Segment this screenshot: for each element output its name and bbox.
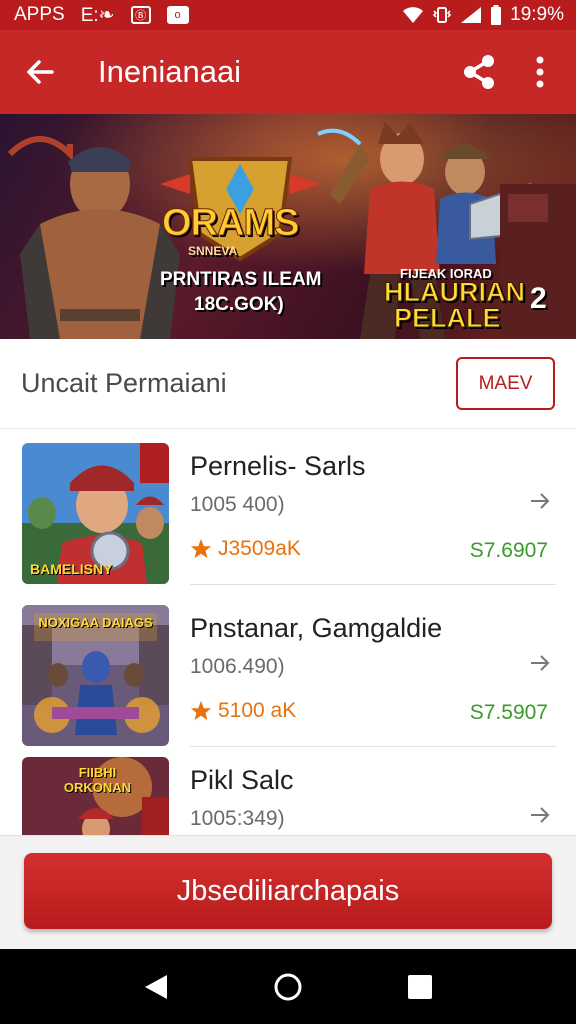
star-icon <box>190 538 212 559</box>
banner-logo: ORAMS <box>161 202 299 245</box>
section-title: Uncait Permaiani <box>21 368 227 398</box>
status-calendar-icon: Ⓑ <box>130 6 151 24</box>
game-subtitle: 1005:349) <box>190 807 285 830</box>
system-nav-bar <box>0 949 576 1024</box>
maev-button[interactable]: MAEV <box>456 357 555 410</box>
share-button[interactable] <box>450 30 510 114</box>
share-icon <box>464 55 494 89</box>
app-title: Inenianaai <box>98 54 242 89</box>
status-bar: APPS E:❧ Ⓑ o 19:9% <box>0 0 576 30</box>
banner-right-big: HLAURIAN PELALE <box>384 277 526 333</box>
back-arrow-icon <box>27 60 54 84</box>
nav-home-icon <box>274 973 302 1000</box>
game-thumbnail: BAMELISNY <box>22 443 169 584</box>
star-icon <box>190 700 212 721</box>
banner-line-1: PRNTIRAS ILEAM <box>160 269 322 290</box>
banner-logo-sub: SNNEVA <box>188 244 238 258</box>
nav-recents-button[interactable] <box>400 967 440 1007</box>
game-thumbnail: FIIBHI ORKONAN <box>22 757 169 835</box>
item-divider <box>190 584 556 585</box>
cta-button[interactable]: Jbsediliarchapais <box>24 853 552 929</box>
more-options-button[interactable] <box>510 30 570 114</box>
game-title: Pernelis- Sarls <box>190 451 366 481</box>
app-bar: Inenianaai <box>0 30 576 114</box>
thumbnail-caption: FIIBHI ORKONAN <box>63 765 132 795</box>
game-rating: J3509aK <box>190 537 301 561</box>
game-item-1[interactable]: BAMELISNY Pernelis- Sarls 1005 400) J350… <box>0 429 576 585</box>
arrow-right-icon <box>531 655 550 671</box>
status-o-icon: o <box>166 6 189 24</box>
game-thumbnail: NOXIGAA DAIAGS <box>22 605 169 746</box>
nav-home-button[interactable] <box>268 967 308 1007</box>
arrow-right-icon <box>531 807 550 823</box>
game-item-3[interactable]: FIIBHI ORKONAN Pikl Salc 1005:349) <box>0 743 576 835</box>
game-title: Pnstanar, Gamgaldie <box>190 613 443 643</box>
nav-back-icon <box>145 974 167 999</box>
arrow-right-icon <box>531 493 550 509</box>
banner-number: 2 <box>530 282 547 315</box>
section-header: Uncait Permaiani MAEV <box>0 339 576 429</box>
game-subtitle: 1006.490) <box>190 655 285 678</box>
more-vert-icon <box>536 56 544 88</box>
thumbnail-caption: BAMELISNY <box>30 561 113 577</box>
banner-line-2: 18C.GOK) <box>194 294 284 315</box>
back-button[interactable] <box>0 30 80 114</box>
wifi-icon <box>403 7 424 23</box>
rating-value: J3509aK <box>218 537 301 560</box>
game-subtitle: 1005 400) <box>190 493 285 516</box>
rating-value: 5100 aK <box>218 699 297 722</box>
game-price: S7.6907 <box>469 539 548 562</box>
thumbnail-caption: NOXIGAA DAIAGS <box>38 615 153 630</box>
nav-back-button[interactable] <box>136 967 176 1007</box>
banner-right-big-1: HLAURIAN <box>384 277 526 307</box>
bottom-panel: Jbsediliarchapais <box>0 835 576 949</box>
status-apps-label: APPS <box>14 4 65 25</box>
hero-banner[interactable]: ORAMS SNNEVA PRNTIRAS ILEAM 18C.GOK) FIJ… <box>0 114 576 339</box>
game-title: Pikl Salc <box>190 765 294 795</box>
game-price: S7.5907 <box>469 701 548 724</box>
signal-icon <box>461 7 482 23</box>
nav-recents-icon <box>408 974 432 999</box>
game-list: BAMELISNY Pernelis- Sarls 1005 400) J350… <box>0 429 576 835</box>
status-time: 19:9% <box>510 4 564 25</box>
vibrate-icon <box>432 7 452 23</box>
game-rating: 5100 aK <box>190 699 296 723</box>
status-indicator: E:❧ <box>80 4 115 26</box>
game-item-2[interactable]: NOXIGAA DAIAGS Pnstanar, Gamgaldie 1006.… <box>0 591 576 747</box>
battery-icon <box>491 5 502 25</box>
banner-right-big-2: PELALE <box>394 302 502 333</box>
